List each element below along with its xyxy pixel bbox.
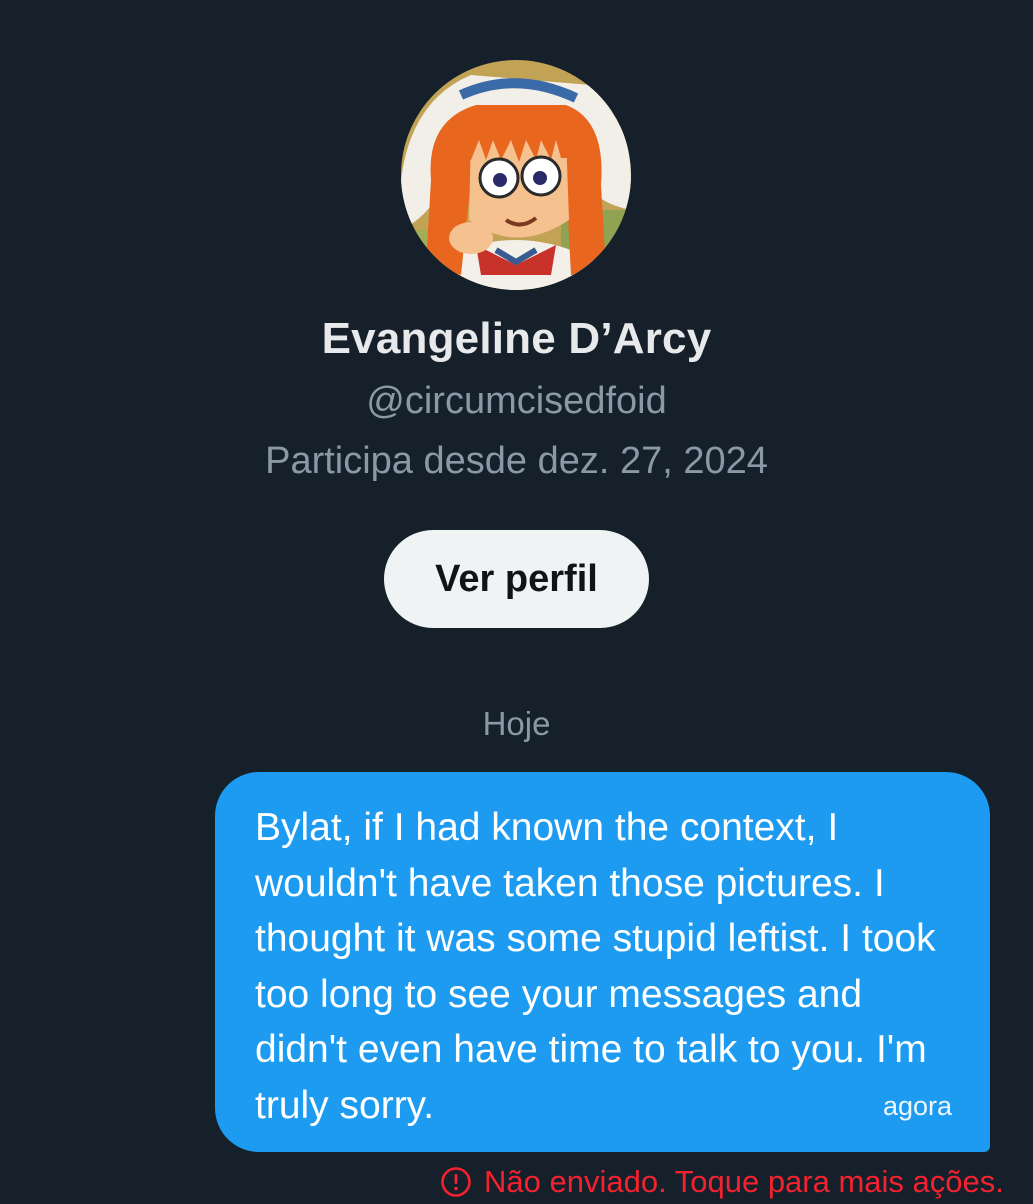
message-text: Bylat, if I had known the context, I wou… (255, 806, 936, 1127)
message-timestamp: agora (882, 1091, 952, 1121)
user-handle: @circumcisedfoid (366, 380, 667, 422)
send-failed-text: Não enviado. Toque para mais ações. (484, 1164, 1004, 1199)
message-bubble[interactable]: Bylat, if I had known the context, I wou… (215, 772, 990, 1152)
join-date: Participa desde dez. 27, 2024 (265, 440, 768, 482)
avatar[interactable] (401, 60, 631, 290)
view-profile-button[interactable]: Ver perfil (384, 530, 649, 628)
avatar-illustration (401, 60, 631, 290)
display-name: Evangeline D’Arcy (321, 314, 712, 363)
alert-circle-icon (441, 1167, 471, 1197)
send-failed-notice[interactable]: Não enviado. Toque para mais ações. (440, 1160, 1004, 1204)
day-divider: Hoje (482, 705, 551, 742)
